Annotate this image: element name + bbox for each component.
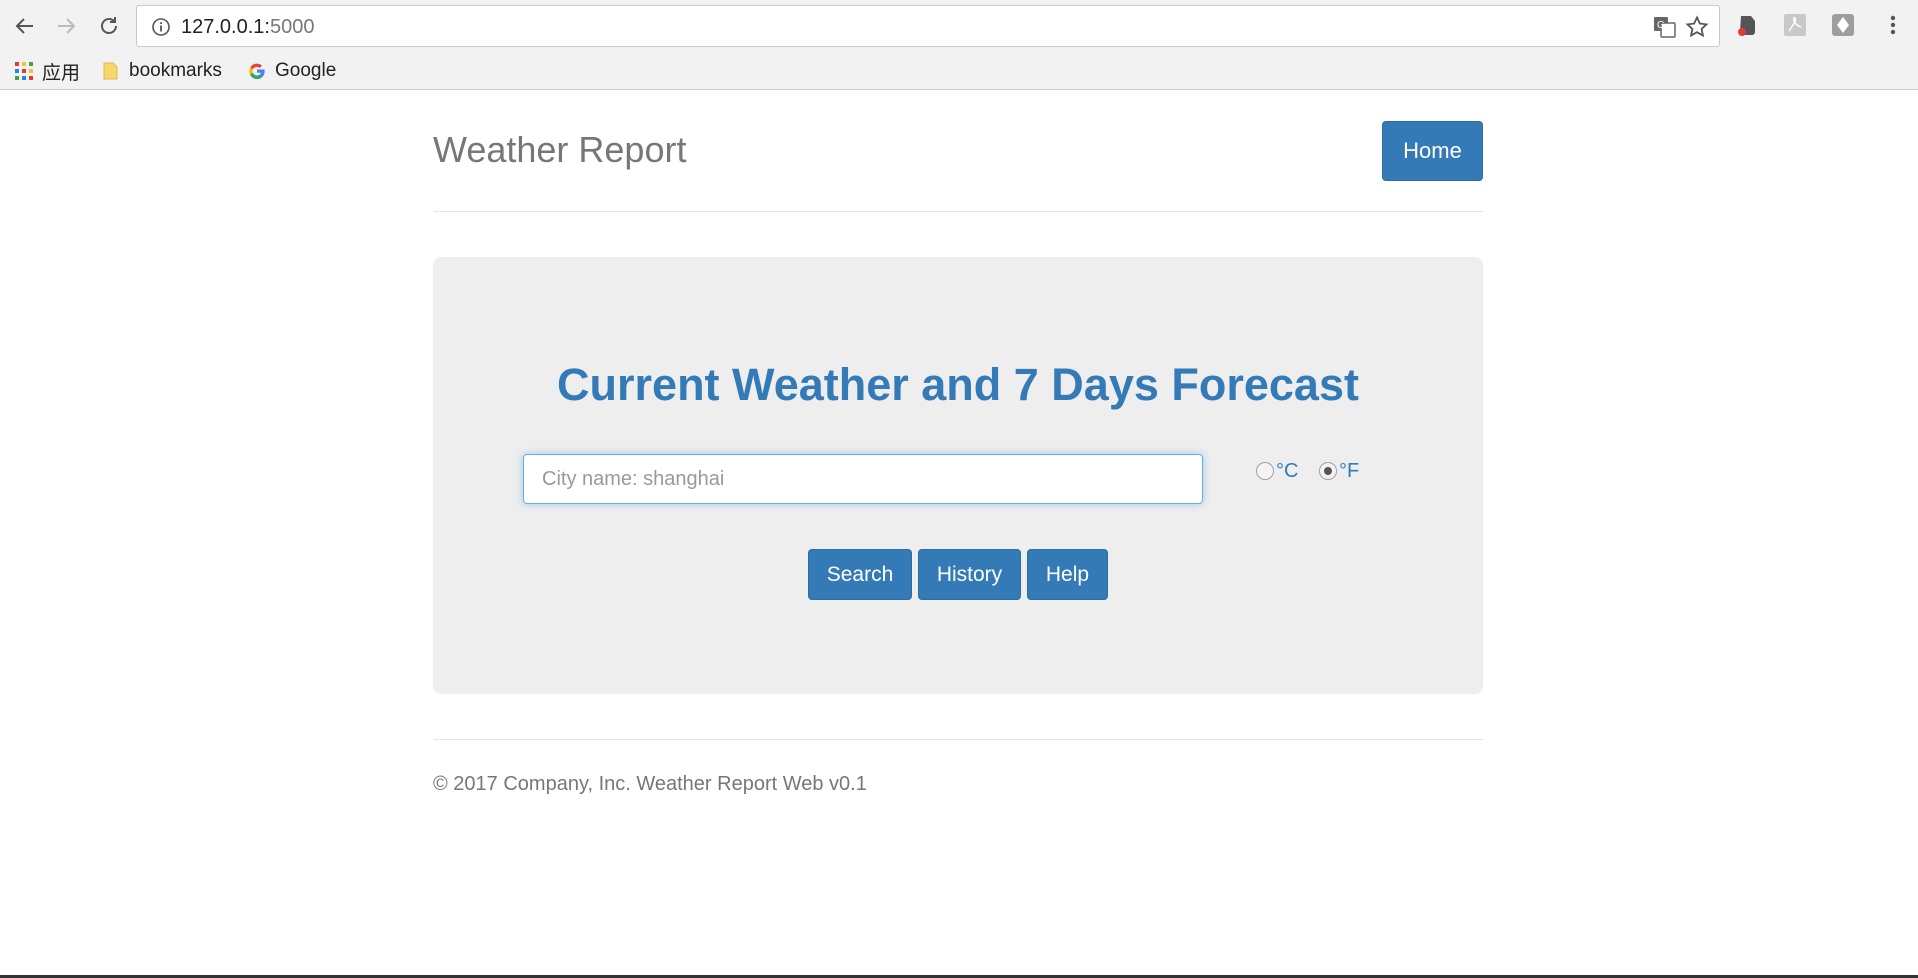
celsius-label: °C — [1276, 459, 1299, 482]
browser-toolbar: 127.0.0.1:5000 G — [0, 0, 1918, 52]
fahrenheit-radio[interactable] — [1319, 462, 1337, 480]
back-arrow-icon — [15, 18, 33, 34]
search-button[interactable]: Search — [808, 549, 912, 600]
forward-button[interactable] — [50, 10, 82, 42]
forward-arrow-icon — [58, 18, 76, 34]
footer-copyright: © 2017 Company, Inc. Weather Report Web … — [433, 773, 867, 795]
fahrenheit-label: °F — [1339, 459, 1360, 482]
city-search-input[interactable] — [523, 454, 1203, 504]
bookmark-folder[interactable]: bookmarks — [101, 58, 222, 84]
folder-icon — [103, 62, 118, 80]
apps-grid-icon — [15, 62, 33, 80]
unit-fahrenheit-option[interactable]: °F — [1319, 457, 1359, 485]
bookmark-google[interactable]: Google — [247, 58, 336, 84]
home-button[interactable]: Home — [1382, 121, 1483, 181]
address-bar[interactable]: 127.0.0.1:5000 G — [136, 5, 1720, 47]
bookmark-label: 应用 — [42, 62, 81, 84]
evernote-extension-icon[interactable] — [1734, 12, 1760, 38]
url-port: 5000 — [269, 16, 315, 38]
url-host: 127.0.0.1: — [181, 16, 270, 38]
reload-icon — [101, 17, 117, 34]
help-button[interactable]: Help — [1027, 549, 1108, 600]
back-button[interactable] — [9, 10, 41, 42]
diamond-extension-icon[interactable] — [1830, 12, 1856, 38]
headline: Current Weather and 7 Days Forecast — [557, 359, 1359, 410]
info-icon[interactable] — [151, 17, 171, 37]
footer-divider — [433, 739, 1483, 740]
google-g-icon — [249, 63, 265, 80]
bookmark-label: Google — [275, 60, 337, 81]
bookmark-star-icon[interactable] — [1685, 15, 1709, 39]
reload-button[interactable] — [93, 10, 125, 42]
bookmark-label: bookmarks — [129, 60, 222, 81]
url-text[interactable]: 127.0.0.1:5000 — [181, 16, 314, 38]
pdf-extension-icon[interactable] — [1782, 12, 1808, 38]
bookmark-apps[interactable]: 应用 — [14, 58, 80, 84]
celsius-radio[interactable] — [1256, 462, 1274, 480]
translate-icon[interactable]: G — [1653, 16, 1677, 38]
header-divider — [433, 211, 1483, 212]
unit-celsius-option[interactable]: °C — [1256, 457, 1298, 485]
menu-kebab-icon[interactable] — [1880, 12, 1906, 38]
page-title: Weather Report — [433, 129, 687, 170]
search-panel: Current Weather and 7 Days Forecast °C °… — [433, 257, 1483, 694]
history-button[interactable]: History — [918, 549, 1021, 600]
svg-text:G: G — [1657, 20, 1665, 31]
bookmarks-bar: 应用 bookmarks Google — [0, 52, 1918, 90]
